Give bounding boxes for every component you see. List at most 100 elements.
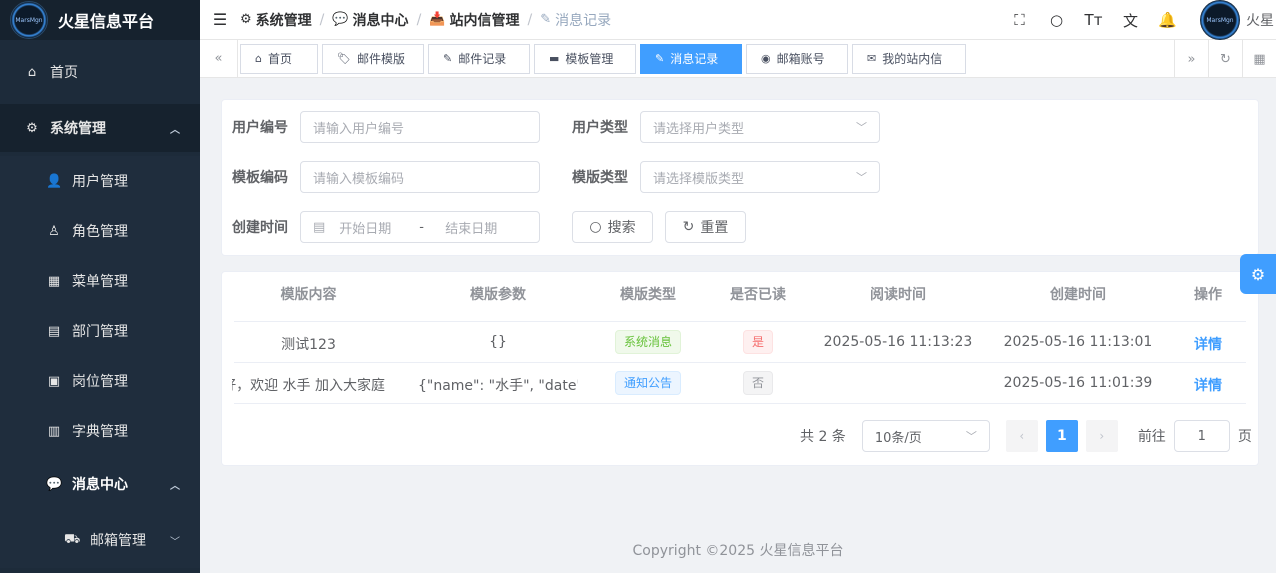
sidebar-item-label: 部门管理 xyxy=(72,324,128,340)
edit-icon: ✎ xyxy=(540,12,552,27)
date-range-picker[interactable]: ▤ 开始日期 - 结束日期 xyxy=(300,211,540,243)
mailbox-icon: ⛟ xyxy=(64,531,81,547)
home-icon: ⌂ xyxy=(255,52,262,65)
col-header-content: 模版内容 xyxy=(280,287,337,303)
cell-created: 2025-05-16 11:01:39 xyxy=(1003,375,1153,391)
tag-template-mgmt[interactable]: ▬ 模板管理 xyxy=(534,43,636,74)
form-row-template-type: 模版类型 请选择模版类型 ﹀ xyxy=(572,161,880,193)
cell-read-time: 2025-05-16 11:13:23 xyxy=(823,334,973,350)
col-header-created: 创建时间 xyxy=(1050,287,1106,303)
translate-icon[interactable]: 文 xyxy=(1112,10,1149,31)
search-icon[interactable]: ○ xyxy=(1038,11,1075,29)
sidebar-item-label: 系统管理 xyxy=(50,121,106,137)
sidebar-item-label: 角色管理 xyxy=(72,224,128,240)
sidebar-item-system[interactable]: ⚙ 系统管理 ︿ xyxy=(0,104,200,152)
settings-gear-icon[interactable]: ⚙ xyxy=(1240,254,1276,294)
cell-content: 大家好，欢迎 水手 加入大家庭 xyxy=(232,378,385,394)
detail-link[interactable]: 详情 xyxy=(1182,334,1234,354)
user-type-select[interactable]: 请选择用户类型 ﹀ xyxy=(640,111,880,143)
sidebar-item-users[interactable]: 👤 用户管理 xyxy=(0,156,200,206)
sidebar-item-menus[interactable]: ▦ 菜单管理 xyxy=(0,256,200,306)
hamburger-icon[interactable]: ☰ xyxy=(200,10,240,29)
chevron-down-icon: ﹀ xyxy=(170,536,180,548)
chevron-up-icon: ︿ xyxy=(170,480,180,492)
prev-page-button[interactable]: ‹ xyxy=(1005,420,1038,452)
chevron-up-icon: ︿ xyxy=(170,124,180,136)
tags-actions: » ↻ ▦ xyxy=(1174,40,1276,78)
fullscreen-icon[interactable]: ⛶ xyxy=(1001,11,1038,29)
created-label: 创建时间 xyxy=(232,220,288,236)
sidebar-item-dicts[interactable]: ▥ 字典管理 xyxy=(0,406,200,456)
tag-message-log[interactable]: ✎ 消息记录 xyxy=(640,43,742,74)
col-header-read-time: 阅读时间 xyxy=(870,287,926,303)
sidebar-item-label: 菜单管理 xyxy=(72,274,128,290)
id-card-icon: ▤ xyxy=(47,323,61,339)
col-header-action: 操作 xyxy=(1194,287,1222,303)
sidebar-item-mailbox[interactable]: ⛟ 邮箱管理 ﹀ xyxy=(0,512,200,568)
breadcrumb-item[interactable]: 站内信管理 xyxy=(449,10,519,30)
cell-type: 通知公告 xyxy=(604,371,692,395)
tag-home[interactable]: ⌂ 首页 xyxy=(240,43,318,74)
inbox-icon: 📥 xyxy=(429,12,446,27)
form-row-created: 创建时间 ▤ 开始日期 - 结束日期 xyxy=(232,211,540,243)
bell-icon[interactable]: 🔔 xyxy=(1149,11,1186,29)
sidebar-item-home[interactable]: ⌂ 首页 xyxy=(0,40,200,104)
user-icon: 👤 xyxy=(46,173,63,189)
form-row-user-type: 用户类型 请选择用户类型 ﹀ xyxy=(572,111,880,143)
detail-link[interactable]: 详情 xyxy=(1182,375,1234,395)
logo-icon: MarsMgn xyxy=(10,1,48,39)
sidebar-item-message-center[interactable]: 💬 消息中心 ︿ xyxy=(0,456,200,512)
chat-icon: 💬 xyxy=(46,476,63,492)
col-header-read: 是否已读 xyxy=(730,287,786,303)
sidebar-item-label: 首页 xyxy=(50,65,78,81)
tag-mail-template[interactable]: 🏷 邮件模版 xyxy=(322,43,424,74)
grid-menu-icon[interactable]: ▦ xyxy=(1242,40,1276,78)
sidebar-item-posts[interactable]: ▣ 岗位管理 xyxy=(0,356,200,406)
divider xyxy=(234,362,1246,363)
end-date[interactable]: 结束日期 xyxy=(445,218,497,237)
page-size-select[interactable]: 10条/页 ﹀ xyxy=(861,420,990,452)
cell-read: 否 xyxy=(714,371,802,395)
read-badge: 是 xyxy=(742,330,773,354)
start-date[interactable]: 开始日期 xyxy=(339,218,419,237)
tag-mail-account[interactable]: ◉ 邮箱账号 xyxy=(746,43,848,74)
sidebar-item-roles[interactable]: ♙ 角色管理 xyxy=(0,206,200,256)
user-outline-icon: ♙ xyxy=(48,223,60,239)
cell-type: 系统消息 xyxy=(604,330,692,354)
breadcrumb-item[interactable]: 系统管理 xyxy=(256,10,312,30)
template-code-input[interactable]: 请输入模板编码 xyxy=(300,161,540,193)
tag-my-inbox[interactable]: ✉ 我的站内信 xyxy=(852,43,966,74)
goto-page-input[interactable]: 1 xyxy=(1173,420,1230,452)
chevron-down-icon: ﹀ xyxy=(856,121,867,134)
avatar[interactable]: MarsMgn xyxy=(1200,0,1240,40)
sidebar-item-depts[interactable]: ▤ 部门管理 xyxy=(0,306,200,356)
sidebar-logo[interactable]: MarsMgn 火星信息平台 xyxy=(0,0,200,40)
tag-mail-log[interactable]: ✎ 邮件记录 xyxy=(428,43,530,74)
edit-icon: ✎ xyxy=(655,52,665,65)
scroll-right-icon[interactable]: » xyxy=(1174,40,1208,78)
username[interactable]: 火星 xyxy=(1246,10,1276,30)
template-type-label: 模版类型 xyxy=(572,170,628,186)
account-icon: ◉ xyxy=(761,52,771,65)
refresh-icon[interactable]: ↻ xyxy=(1208,40,1242,78)
grid-icon: ▦ xyxy=(47,273,61,289)
mail-icon: ✉ xyxy=(867,52,877,65)
template-type-select[interactable]: 请选择模版类型 ﹀ xyxy=(640,161,880,193)
user-id-input[interactable]: 请输入用户编号 xyxy=(300,111,540,143)
scroll-left-icon[interactable]: « xyxy=(200,39,238,78)
type-badge: 通知公告 xyxy=(614,371,681,395)
tags-view: « ⌂ 首页 🏷 邮件模版 ✎ 邮件记录 ▬ 模板管理 ✎ 消息记录 ◉ 邮箱账号 ✉ 我的站… xyxy=(200,39,1276,78)
page-number-button[interactable]: 1 xyxy=(1045,420,1078,452)
search-form: 用户编号 请输入用户编号 用户类型 请选择用户类型 ﹀ 模板编码 请输入模板编码… xyxy=(221,99,1259,256)
pagination: 共 2 条 10条/页 ﹀ ‹ 1 › 前往 1 页 xyxy=(800,420,1252,452)
reset-button[interactable]: ↻ 重置 xyxy=(665,211,746,243)
app-title: 火星信息平台 xyxy=(58,12,155,31)
message-table: 模版内容 模版参数 模版类型 是否已读 阅读时间 创建时间 操作 测试123 {… xyxy=(221,271,1259,466)
form-row-user-id: 用户编号 请输入用户编号 xyxy=(232,111,540,143)
sidebar-item-label: 邮箱管理 xyxy=(90,533,146,549)
search-button[interactable]: ○ 搜索 xyxy=(572,211,653,243)
next-page-button[interactable]: › xyxy=(1085,420,1118,452)
breadcrumb-item[interactable]: 消息中心 xyxy=(353,10,409,30)
refresh-icon: ↻ xyxy=(682,219,695,235)
font-size-icon[interactable]: Tт xyxy=(1075,11,1112,29)
